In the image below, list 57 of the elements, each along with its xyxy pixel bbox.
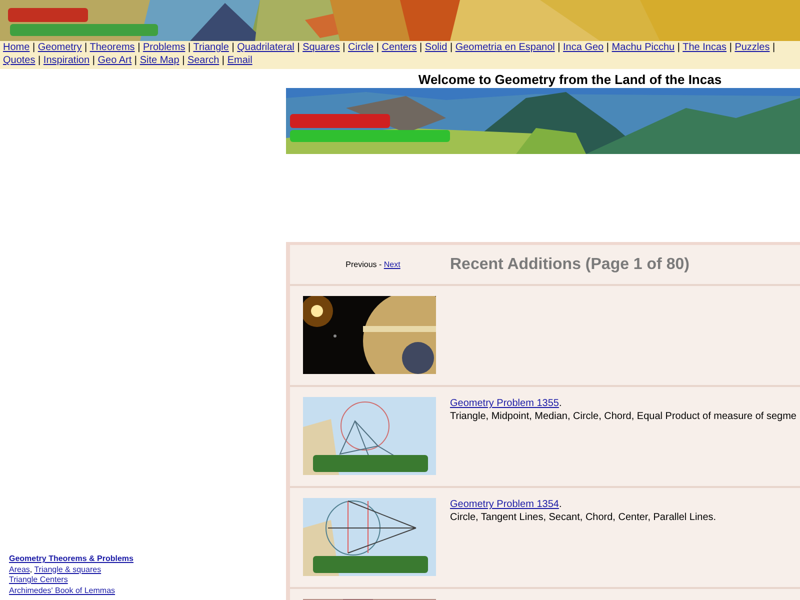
page-title: Welcome to Geometry from the Land of the Incas [417, 71, 723, 88]
nav-separator: | [772, 42, 776, 53]
nav-separator: | [558, 42, 560, 53]
nav-separator: | [297, 42, 300, 53]
nav-link[interactable]: Quotes [3, 55, 36, 66]
nav-link[interactable]: Circle [348, 42, 374, 53]
next-link[interactable]: Next [384, 260, 400, 268]
problem-description: Triangle, Midpoint, Median, Circle, Chord, Equal Product of measure of segme [450, 410, 796, 423]
nav-separator: | [38, 55, 41, 66]
nav-link[interactable]: Email [227, 55, 252, 66]
problem-link[interactable]: Geometry Problem 1355 [450, 398, 559, 409]
nav-separator: | [729, 42, 732, 53]
problem-description: Circle, Tangent Lines, Secant, Chord, Center, Parallel Lines. [450, 511, 716, 524]
nav-separator: | [606, 42, 610, 53]
nav-separator: | [232, 42, 234, 53]
problem-heading: Geometry Problem 1355. [450, 397, 563, 410]
sidebar-link[interactable]: Geometry Theorems & Problems [9, 554, 134, 563]
nav-separator: | [92, 55, 95, 66]
pager-text: Previous - [346, 260, 382, 268]
nav-link[interactable]: Quadrilateral [237, 42, 294, 53]
nav-link[interactable]: Centers [382, 42, 417, 53]
nav-link[interactable]: The Incas [682, 42, 727, 53]
nav-link[interactable]: Home [3, 42, 30, 53]
nav-link[interactable]: Problems [142, 42, 186, 53]
nav-separator: | [32, 42, 36, 53]
nav-link[interactable]: Theorems [90, 42, 135, 53]
sidebar-link[interactable]: Triangle & squares [34, 564, 102, 574]
sidebar-link[interactable]: Archimedes' Book of Lemmas [9, 586, 116, 594]
nav-link[interactable]: Geometry [38, 42, 82, 53]
nav-separator: | [420, 42, 422, 53]
nav-separator: | [677, 42, 680, 53]
link-separator: , [30, 564, 32, 574]
problem-link[interactable]: Geometry Problem 1354 [450, 499, 559, 510]
nav-link[interactable]: Machu Picchu [612, 42, 675, 53]
nav-link[interactable]: Inspiration [43, 55, 90, 66]
problem-heading: Geometry Problem 1354. [450, 498, 563, 511]
sidebar-link[interactable]: Triangle Centers [9, 575, 68, 584]
sidebar-link[interactable]: Areas [9, 564, 30, 574]
nav-link[interactable]: Search [187, 55, 220, 66]
nav-separator: | [182, 55, 185, 66]
nav-separator: | [342, 42, 346, 53]
nav-separator: | [376, 42, 379, 53]
section-title: Recent Additions (Page 1 of 80) [450, 254, 690, 274]
nav-separator: | [222, 55, 225, 66]
nav-link[interactable]: Geo Art [98, 55, 132, 66]
nav-link[interactable]: Puzzles [734, 42, 770, 53]
nav-separator: | [138, 42, 140, 53]
nav-separator: | [134, 55, 138, 66]
nav-link[interactable]: Solid [424, 42, 448, 53]
nav-link[interactable]: Inca Geo [563, 42, 604, 53]
nav-link[interactable]: Squares [302, 42, 340, 53]
nav-link[interactable]: Triangle [193, 42, 229, 53]
nav-separator: | [450, 42, 453, 53]
nav-link[interactable]: Geometria en Espanol [455, 42, 555, 53]
nav-separator: | [188, 42, 191, 53]
nav-link[interactable]: Site Map [140, 55, 180, 66]
nav-separator: | [84, 42, 88, 53]
